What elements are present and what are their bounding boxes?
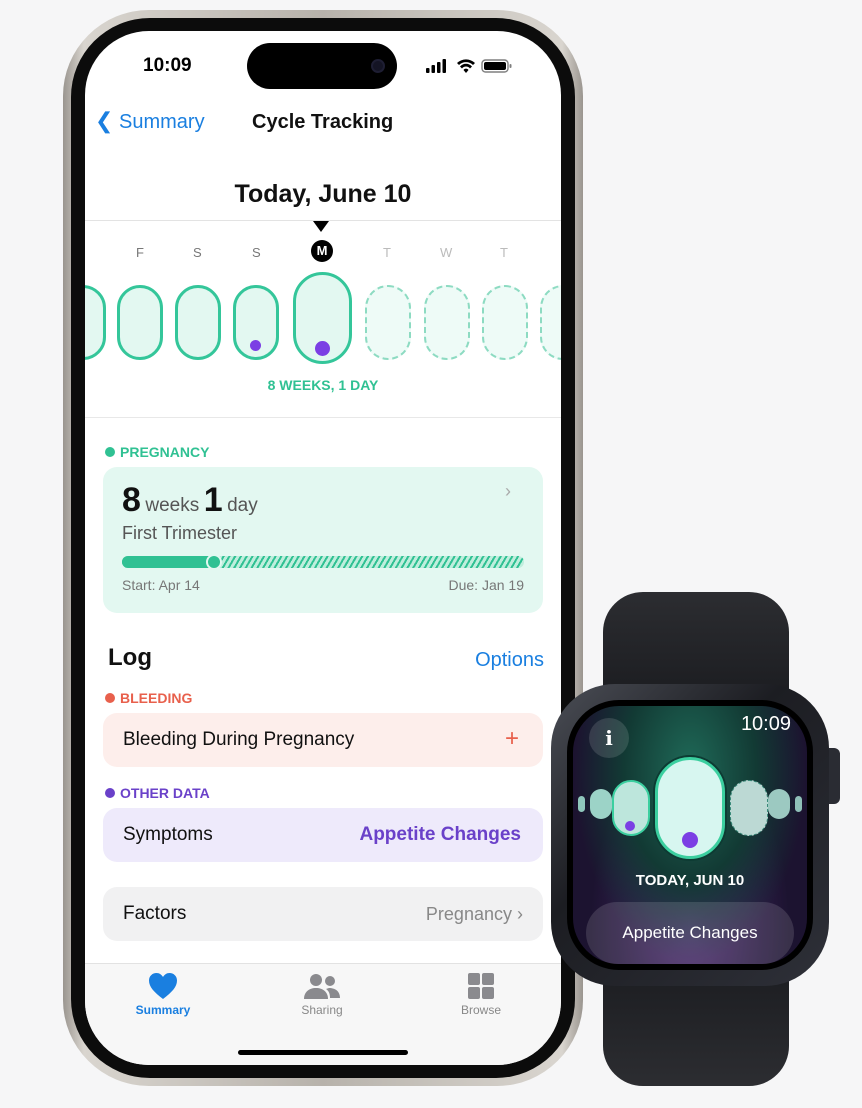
day-label: S <box>252 245 261 260</box>
day-pill-future[interactable] <box>482 285 528 360</box>
home-indicator <box>238 1050 408 1055</box>
bleeding-section-label: BLEEDING <box>105 690 192 706</box>
back-button[interactable]: ❮ Summary <box>95 108 205 134</box>
bleeding-item-label: Bleeding During Pregnancy <box>123 729 355 750</box>
back-label: Summary <box>119 111 205 133</box>
watch-time: 10:09 <box>740 713 791 735</box>
day-label: W <box>440 245 453 260</box>
camera <box>371 59 385 73</box>
purple-dot-icon <box>105 788 115 798</box>
bleeding-row[interactable]: Bleeding During Pregnancy + <box>103 713 543 767</box>
tab-browse[interactable]: Browse <box>433 972 529 1017</box>
chevron-left-icon: ❮ <box>95 108 114 133</box>
iphone-screen: 10:09 ❮ Summary Cycle Tracking Today, Ju… <box>85 31 561 1065</box>
tab-label: Sharing <box>301 1003 343 1017</box>
day-pill-future[interactable] <box>540 285 561 360</box>
page-title: Cycle Tracking <box>252 111 394 133</box>
plus-icon[interactable]: + <box>505 725 519 753</box>
pregnancy-progress-bar <box>122 554 524 570</box>
section-text: OTHER DATA <box>120 785 210 801</box>
teal-dot-icon <box>105 447 115 457</box>
start-date: Start: Apr 14 <box>122 577 200 593</box>
divider <box>85 417 561 418</box>
day-pill[interactable] <box>85 285 106 360</box>
trimester-label: First Trimester <box>122 523 237 543</box>
chevron-right-icon: › <box>505 481 511 501</box>
symptom-dot <box>682 832 698 848</box>
tab-label: Summary <box>135 1003 191 1017</box>
heart-icon <box>149 973 177 999</box>
day-label: T <box>500 245 508 260</box>
tab-label: Browse <box>460 1003 501 1017</box>
pregnancy-section-label: PREGNANCY <box>105 444 209 460</box>
symptom-dot <box>625 821 635 831</box>
status-time: 10:09 <box>143 55 192 76</box>
factors-label: Factors <box>123 903 187 924</box>
appetite-changes-button[interactable]: Appetite Changes <box>586 902 794 964</box>
gestation-label: 8 WEEKS, 1 DAY <box>267 377 379 393</box>
watch-pill-today <box>655 757 725 859</box>
other-data-section-label: OTHER DATA <box>105 785 210 801</box>
day-pill[interactable] <box>233 285 279 360</box>
day-pill[interactable] <box>175 285 221 360</box>
watch-pill <box>612 780 650 836</box>
watch-screen: i 10:09 TODAY, JUN 10 Appetite Changes <box>567 700 813 970</box>
symptom-dot <box>315 341 330 356</box>
symptoms-row[interactable]: Symptoms Appetite Changes <box>103 808 543 862</box>
days-number: 1 <box>203 481 223 519</box>
day-label: T <box>383 245 391 260</box>
symptom-dot <box>250 340 261 351</box>
grid-icon <box>468 973 494 999</box>
day-label-selected[interactable]: M <box>311 240 333 262</box>
watch-pill <box>768 789 790 819</box>
day-pill[interactable] <box>117 285 163 360</box>
factors-row[interactable]: Factors Pregnancy › <box>103 887 543 941</box>
pregnancy-card[interactable]: 8 weeks 1 day › First Trimester Start: A… <box>103 467 543 613</box>
progress-fill <box>122 556 215 568</box>
signal-wifi-battery-icon <box>426 59 512 73</box>
progress-knob <box>206 554 223 570</box>
watch-pill <box>590 789 612 819</box>
tab-sharing[interactable]: Sharing <box>274 972 370 1017</box>
chevron-right-icon: › <box>517 904 523 924</box>
weeks-unit: weeks <box>145 495 200 516</box>
log-title: Log <box>108 644 152 671</box>
tab-bar: Summary Sharing Browse <box>85 963 561 1065</box>
symptoms-value: Appetite Changes <box>359 824 521 845</box>
section-text: BLEEDING <box>120 690 193 706</box>
options-button[interactable]: Options <box>475 649 544 672</box>
symptoms-label: Symptoms <box>123 824 213 845</box>
people-icon <box>304 974 340 999</box>
day-label: S <box>193 245 202 260</box>
factors-value-text: Pregnancy <box>425 904 512 924</box>
today-marker-icon <box>313 221 329 232</box>
day-label: F <box>136 245 144 260</box>
factors-value: Pregnancy › <box>426 904 523 925</box>
info-button[interactable]: i <box>589 718 629 758</box>
status-icons <box>426 57 516 80</box>
day-pill-future[interactable] <box>424 285 470 360</box>
red-dot-icon <box>105 693 115 703</box>
day-pill-today[interactable] <box>293 272 352 364</box>
watch-pill-future <box>730 780 768 836</box>
gestation-summary: 8 weeks 1 day <box>122 481 258 520</box>
tab-summary[interactable]: Summary <box>115 972 211 1017</box>
due-date: Due: Jan 19 <box>448 577 525 593</box>
date-header: Today, June 10 <box>234 180 412 208</box>
day-pill-future[interactable] <box>365 285 411 360</box>
weeks-number: 8 <box>122 481 141 519</box>
watch-pill <box>578 796 585 812</box>
section-text: PREGNANCY <box>120 444 210 460</box>
days-unit: day <box>227 495 258 516</box>
dynamic-island <box>247 43 397 89</box>
watch-pill <box>795 796 802 812</box>
watch-date: TODAY, JUN 10 <box>635 872 745 889</box>
